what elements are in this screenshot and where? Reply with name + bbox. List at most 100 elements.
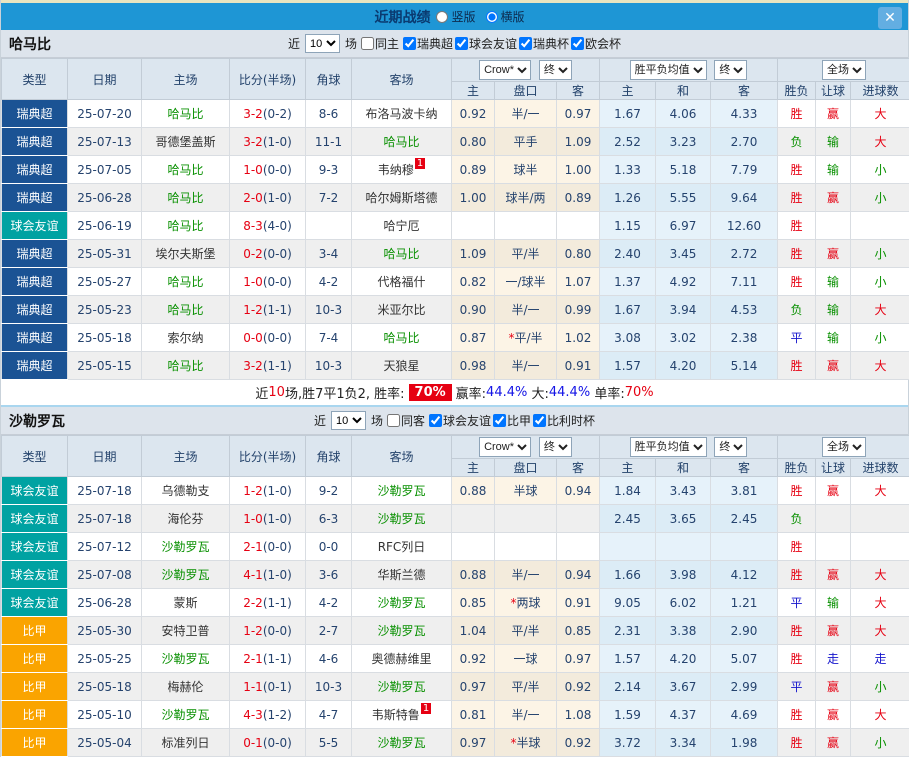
odds-home-cell: 0.90 bbox=[452, 296, 495, 324]
league-checkbox[interactable] bbox=[403, 37, 416, 50]
league-filter[interactable]: 比利时杯 bbox=[533, 412, 595, 429]
mean-draw-cell: 3.02 bbox=[656, 324, 711, 352]
score-cell: 1-0(1-0) bbox=[230, 505, 306, 533]
match-row: 瑞典超25-06-28哈马比2-0(1-0)7-2哈尔姆斯塔德1.00球半/两0… bbox=[2, 184, 909, 212]
date-cell: 25-05-23 bbox=[68, 296, 142, 324]
horizontal-radio-input[interactable] bbox=[486, 11, 498, 23]
handicap-cell: *半球 bbox=[495, 729, 557, 757]
home-team-cell: 埃尔夫斯堡 bbox=[142, 240, 230, 268]
score-cell: 4-3(1-2) bbox=[230, 701, 306, 729]
mean-draw-cell: 6.97 bbox=[656, 212, 711, 240]
mean-home-cell: 2.45 bbox=[600, 505, 656, 533]
league-filter[interactable]: 欧会杯 bbox=[571, 35, 621, 52]
bookmaker-select[interactable]: Crow* bbox=[479, 437, 531, 457]
same-venue-checkbox[interactable] bbox=[361, 37, 374, 50]
same-venue-filter[interactable]: 同主 bbox=[361, 35, 399, 52]
handicap-cell: 半球 bbox=[495, 477, 557, 505]
col-type: 类型 bbox=[2, 436, 68, 477]
handicap-result-cell: 赢 bbox=[816, 561, 851, 589]
mean-select[interactable]: 胜平负均值 bbox=[630, 60, 707, 80]
odds-away-cell: 0.99 bbox=[557, 296, 600, 324]
handicap-result-cell: 走 bbox=[816, 645, 851, 673]
filter-bar: 近 10 场 同客 球会友谊比甲比利时杯 bbox=[314, 411, 595, 430]
score-cell: 3-2(1-0) bbox=[230, 128, 306, 156]
type-cell: 球会友谊 bbox=[2, 561, 68, 589]
league-filter[interactable]: 比甲 bbox=[493, 412, 531, 429]
league-checkbox[interactable] bbox=[571, 37, 584, 50]
result-cell: 胜 bbox=[778, 352, 816, 380]
date-cell: 25-06-28 bbox=[68, 589, 142, 617]
away-team-cell: 沙勒罗瓦 bbox=[352, 729, 452, 757]
col-odds-away: 客 bbox=[557, 459, 600, 477]
vertical-layout-radio[interactable]: 竖版 bbox=[436, 8, 475, 25]
col-odds-away: 客 bbox=[557, 82, 600, 100]
final-odds-select[interactable]: 终 bbox=[539, 60, 572, 80]
final-mean-select[interactable]: 终 bbox=[714, 60, 747, 80]
odds-home-cell bbox=[452, 505, 495, 533]
handicap-result-cell: 输 bbox=[816, 324, 851, 352]
vertical-radio-input[interactable] bbox=[436, 11, 448, 23]
final-mean-select[interactable]: 终 bbox=[714, 437, 747, 457]
mean-home-cell: 3.72 bbox=[600, 729, 656, 757]
col-mean-away: 客 bbox=[711, 459, 778, 477]
away-team-cell: 哈尔姆斯塔德 bbox=[352, 184, 452, 212]
full-match-select[interactable]: 全场 bbox=[822, 437, 866, 457]
close-button[interactable]: ✕ bbox=[878, 7, 902, 29]
title-bar: 近期战绩 竖版 横版 ✕ bbox=[1, 0, 908, 30]
mean-home-cell: 1.15 bbox=[600, 212, 656, 240]
goals-result-cell: 小 bbox=[851, 324, 909, 352]
mean-home-cell: 2.40 bbox=[600, 240, 656, 268]
away-team-cell: 韦斯特鲁1 bbox=[352, 701, 452, 729]
result-cell: 负 bbox=[778, 296, 816, 324]
type-cell: 瑞典超 bbox=[2, 240, 68, 268]
league-checkbox[interactable] bbox=[493, 414, 506, 427]
recent-count-select[interactable]: 10 bbox=[331, 411, 366, 430]
league-checkbox[interactable] bbox=[429, 414, 442, 427]
league-checkbox[interactable] bbox=[455, 37, 468, 50]
odds-home-cell: 0.81 bbox=[452, 701, 495, 729]
handicap-result-cell: 输 bbox=[816, 296, 851, 324]
home-team-cell: 哈马比 bbox=[142, 268, 230, 296]
type-cell: 比甲 bbox=[2, 645, 68, 673]
result-cell: 平 bbox=[778, 324, 816, 352]
handicap-result-cell bbox=[816, 533, 851, 561]
full-match-select[interactable]: 全场 bbox=[822, 60, 866, 80]
handicap-result-cell: 输 bbox=[816, 156, 851, 184]
result-group-header: 全场 bbox=[778, 59, 909, 82]
goals-result-cell: 大 bbox=[851, 701, 909, 729]
league-checkbox[interactable] bbox=[519, 37, 532, 50]
odds-away-cell: 1.08 bbox=[557, 701, 600, 729]
league-filter[interactable]: 瑞典杯 bbox=[519, 35, 569, 52]
odds-home-cell: 0.88 bbox=[452, 477, 495, 505]
recent-count-select[interactable]: 10 bbox=[305, 34, 340, 53]
mean-select[interactable]: 胜平负均值 bbox=[630, 437, 707, 457]
league-filter[interactable]: 瑞典超 bbox=[403, 35, 453, 52]
mean-draw-cell: 3.34 bbox=[656, 729, 711, 757]
corner-cell: 2-7 bbox=[306, 617, 352, 645]
mean-draw-cell: 3.43 bbox=[656, 477, 711, 505]
bookmaker-select[interactable]: Crow* bbox=[479, 60, 531, 80]
handicap-result-cell: 赢 bbox=[816, 617, 851, 645]
col-handicap-result: 让球 bbox=[816, 459, 851, 477]
league-checkbox[interactable] bbox=[533, 414, 546, 427]
final-odds-select[interactable]: 终 bbox=[539, 437, 572, 457]
summary-segment: 场,胜7平1负2, 胜率: bbox=[285, 383, 405, 402]
summary-segment: 单率: bbox=[590, 383, 625, 402]
mean-draw-cell: 3.94 bbox=[656, 296, 711, 324]
summary-segment: 70% bbox=[409, 384, 452, 401]
corner-cell: 9-2 bbox=[306, 477, 352, 505]
goals-result-cell: 大 bbox=[851, 477, 909, 505]
horizontal-layout-radio[interactable]: 横版 bbox=[486, 8, 525, 25]
league-filter[interactable]: 球会友谊 bbox=[455, 35, 517, 52]
handicap-cell: 半/一 bbox=[495, 352, 557, 380]
summary-segment: 44.4% bbox=[549, 385, 590, 400]
same-venue-checkbox[interactable] bbox=[387, 414, 400, 427]
mean-home-cell: 2.52 bbox=[600, 128, 656, 156]
league-filter[interactable]: 球会友谊 bbox=[429, 412, 491, 429]
home-team-cell: 哈马比 bbox=[142, 212, 230, 240]
same-venue-filter[interactable]: 同客 bbox=[387, 412, 425, 429]
mean-away-cell: 2.70 bbox=[711, 128, 778, 156]
corner-cell: 3-6 bbox=[306, 561, 352, 589]
type-cell: 比甲 bbox=[2, 701, 68, 729]
handicap-result-cell: 赢 bbox=[816, 240, 851, 268]
